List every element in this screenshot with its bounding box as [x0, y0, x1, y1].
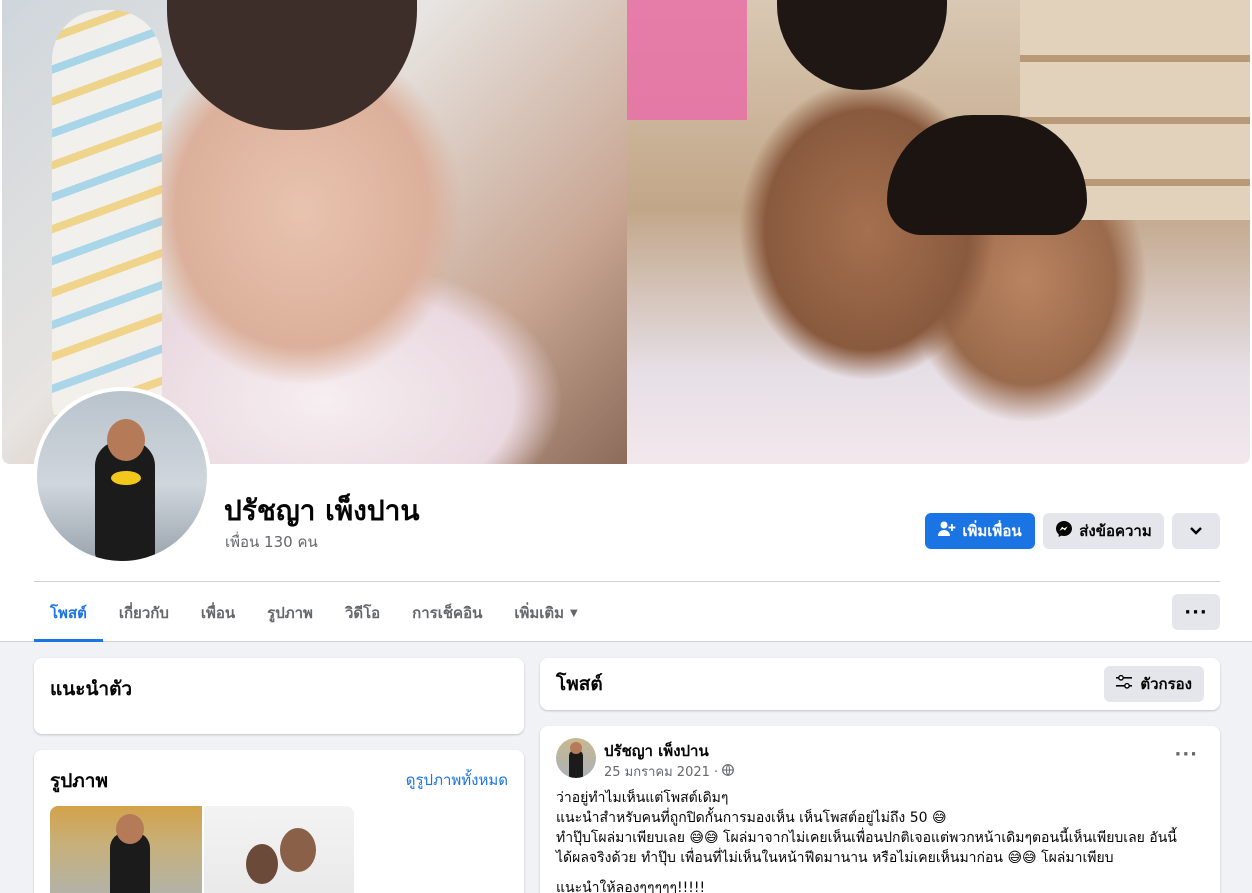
profile-name: ปรัชญา เพ็งปาน — [224, 494, 420, 527]
header-divider — [34, 581, 1220, 582]
profile-header: ปรัชญา เพ็งปาน เพื่อน 130 คน เพิ่มเพื่อน… — [0, 0, 1252, 642]
message-label: ส่งข้อความ — [1079, 522, 1152, 540]
profile-options-button[interactable] — [1172, 513, 1220, 549]
filter-button[interactable]: ตัวกรอง — [1104, 666, 1204, 702]
post-author-name[interactable]: ปรัชญา เพ็งปาน — [604, 739, 709, 763]
tab-about[interactable]: เกี่ยวกับ — [103, 584, 185, 642]
cover-photo-right — [627, 0, 1250, 464]
more-options-button[interactable]: ··· — [1172, 594, 1220, 630]
intro-card: แนะนำตัว — [34, 658, 524, 734]
photo-thumbnail[interactable] — [50, 806, 202, 893]
friend-count[interactable]: เพื่อน 130 คน — [225, 530, 318, 554]
message-button[interactable]: ส่งข้อความ — [1043, 513, 1164, 549]
post-card: ปรัชญา เพ็งปาน 25 มกราคม 2021 · ··· ว่าอ… — [540, 726, 1220, 893]
post-body: ว่าอยู่ทำไมเห็นแต่โพสต์เดิมๆ แนะนำสำหรับ… — [556, 788, 1206, 893]
profile-tabs: โพสต์ เกี่ยวกับ เพื่อน รูปภาพ วิดีโอ การ… — [34, 584, 594, 642]
messenger-icon — [1055, 520, 1073, 542]
post-line: แนะนำให้ลองๆๆๆๆๆ!!!!! — [556, 880, 706, 893]
profile-avatar[interactable] — [33, 387, 211, 565]
tab-videos[interactable]: วิดีโอ — [329, 584, 396, 642]
chevron-down-icon — [1189, 522, 1203, 540]
post-line: แนะนำสำหรับคนที่ถูกปิดกั้นการมองเห็น เห็… — [556, 810, 947, 826]
photos-card: รูปภาพ ดูรูปภาพทั้งหมด — [34, 750, 524, 893]
tab-more[interactable]: เพิ่มเติม ▼ — [498, 584, 593, 642]
post-meta: 25 มกราคม 2021 · — [604, 761, 735, 782]
filter-label: ตัวกรอง — [1140, 675, 1192, 693]
post-line: ว่าอยู่ทำไมเห็นแต่โพสต์เดิมๆ — [556, 790, 729, 806]
intro-title: แนะนำตัว — [50, 678, 133, 700]
post-options-icon[interactable]: ··· — [1174, 744, 1198, 765]
add-friend-label: เพิ่มเพื่อน — [962, 522, 1022, 540]
tab-checkins[interactable]: การเช็คอิน — [396, 584, 498, 642]
post-date[interactable]: 25 มกราคม 2021 · — [604, 761, 718, 782]
tab-posts[interactable]: โพสต์ — [34, 584, 103, 642]
caret-down-icon: ▼ — [570, 607, 578, 619]
photo-thumbnail[interactable] — [204, 806, 354, 893]
add-friend-icon — [938, 521, 956, 541]
post-line: ได้ผลจริงด้วย ทำปุ๊บ เพื่อนที่ไม่เห็นในห… — [556, 850, 1114, 866]
cover-photo[interactable] — [2, 0, 1250, 464]
tab-friends[interactable]: เพื่อน — [185, 584, 251, 642]
post-line: ทำปุ๊บโผล่มาเพียบเลย 😅😅 โผล่มาจากไม่เคยเ… — [556, 830, 1177, 846]
see-all-photos-link[interactable]: ดูรูปภาพทั้งหมด — [406, 768, 508, 792]
posts-header-card: โพสต์ ตัวกรอง — [540, 658, 1220, 710]
filter-icon — [1116, 674, 1133, 693]
post-author-avatar[interactable] — [556, 738, 596, 778]
posts-title: โพสต์ — [556, 673, 603, 695]
tab-photos[interactable]: รูปภาพ — [251, 584, 329, 642]
add-friend-button[interactable]: เพิ่มเพื่อน — [925, 513, 1035, 549]
globe-icon — [722, 763, 735, 780]
more-icon: ··· — [1184, 601, 1208, 623]
